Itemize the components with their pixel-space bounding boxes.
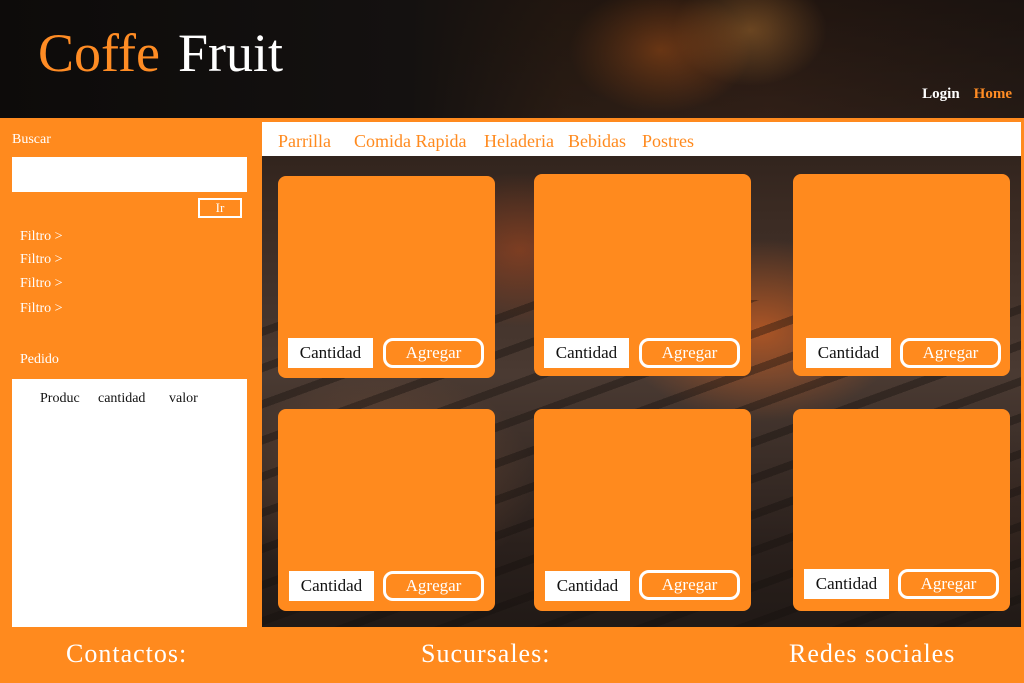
- order-panel: Produc cantidad valor: [12, 379, 247, 627]
- quantity-field[interactable]: Cantidad: [289, 571, 374, 601]
- category-tab-comida-rapida[interactable]: Comida Rapida: [354, 131, 466, 152]
- top-nav: Login Home: [908, 86, 1012, 103]
- order-column-product: Produc: [40, 391, 80, 406]
- product-card[interactable]: Cantidad Agregar: [793, 174, 1010, 376]
- add-to-order-button[interactable]: Agregar: [900, 338, 1001, 368]
- add-to-order-button[interactable]: Agregar: [383, 338, 484, 368]
- product-card[interactable]: Cantidad Agregar: [534, 174, 751, 376]
- home-link[interactable]: Home: [974, 86, 1012, 102]
- category-tab-heladeria[interactable]: Heladeria: [484, 131, 554, 152]
- order-label: Pedido: [20, 352, 59, 367]
- quantity-field[interactable]: Cantidad: [806, 338, 891, 368]
- product-card[interactable]: Cantidad Agregar: [793, 409, 1010, 611]
- search-label: Buscar: [12, 132, 51, 147]
- product-card[interactable]: Cantidad Agregar: [534, 409, 751, 611]
- add-to-order-button[interactable]: Agregar: [383, 571, 484, 601]
- footer-contacts[interactable]: Contactos:: [66, 639, 187, 669]
- footer-social[interactable]: Redes sociales: [789, 639, 955, 669]
- search-submit-button[interactable]: Ir: [198, 198, 242, 218]
- search-input[interactable]: [12, 157, 247, 192]
- order-column-quantity: cantidad: [98, 391, 146, 406]
- brand-word-fruit: Fruit: [177, 23, 284, 83]
- footer: Contactos: Sucursales: Redes sociales: [0, 627, 1024, 683]
- brand-logo[interactable]: Coffe Fruit: [38, 22, 283, 84]
- quantity-field[interactable]: Cantidad: [288, 338, 373, 368]
- product-card[interactable]: Cantidad Agregar: [278, 176, 495, 378]
- order-column-value: valor: [169, 391, 198, 406]
- add-to-order-button[interactable]: Agregar: [898, 569, 999, 599]
- sidebar: Buscar Ir Filtro > Filtro > Filtro > Fil…: [0, 118, 262, 630]
- product-card[interactable]: Cantidad Agregar: [278, 409, 495, 611]
- app-root: Coffe Fruit Login Home Buscar Ir Filtro > …: [0, 0, 1024, 683]
- quantity-field[interactable]: Cantidad: [544, 338, 629, 368]
- category-tab-parrilla[interactable]: Parrilla: [278, 131, 331, 152]
- filter-link[interactable]: Filtro >: [20, 252, 63, 268]
- quantity-field[interactable]: Cantidad: [545, 571, 630, 601]
- add-to-order-button[interactable]: Agregar: [639, 338, 740, 368]
- filter-link[interactable]: Filtro >: [20, 301, 63, 317]
- filter-link[interactable]: Filtro >: [20, 276, 63, 292]
- quantity-field[interactable]: Cantidad: [804, 569, 889, 599]
- login-link[interactable]: Login: [922, 86, 960, 102]
- footer-branches[interactable]: Sucursales:: [421, 639, 550, 669]
- category-tab-postres[interactable]: Postres: [642, 131, 694, 152]
- filter-link[interactable]: Filtro >: [20, 229, 63, 245]
- category-nav: Parrilla Comida Rapida Heladeria Bebidas…: [262, 122, 1021, 156]
- category-tab-bebidas[interactable]: Bebidas: [568, 131, 626, 152]
- add-to-order-button[interactable]: Agregar: [639, 570, 740, 600]
- brand-word-coffe: Coffe: [38, 23, 160, 83]
